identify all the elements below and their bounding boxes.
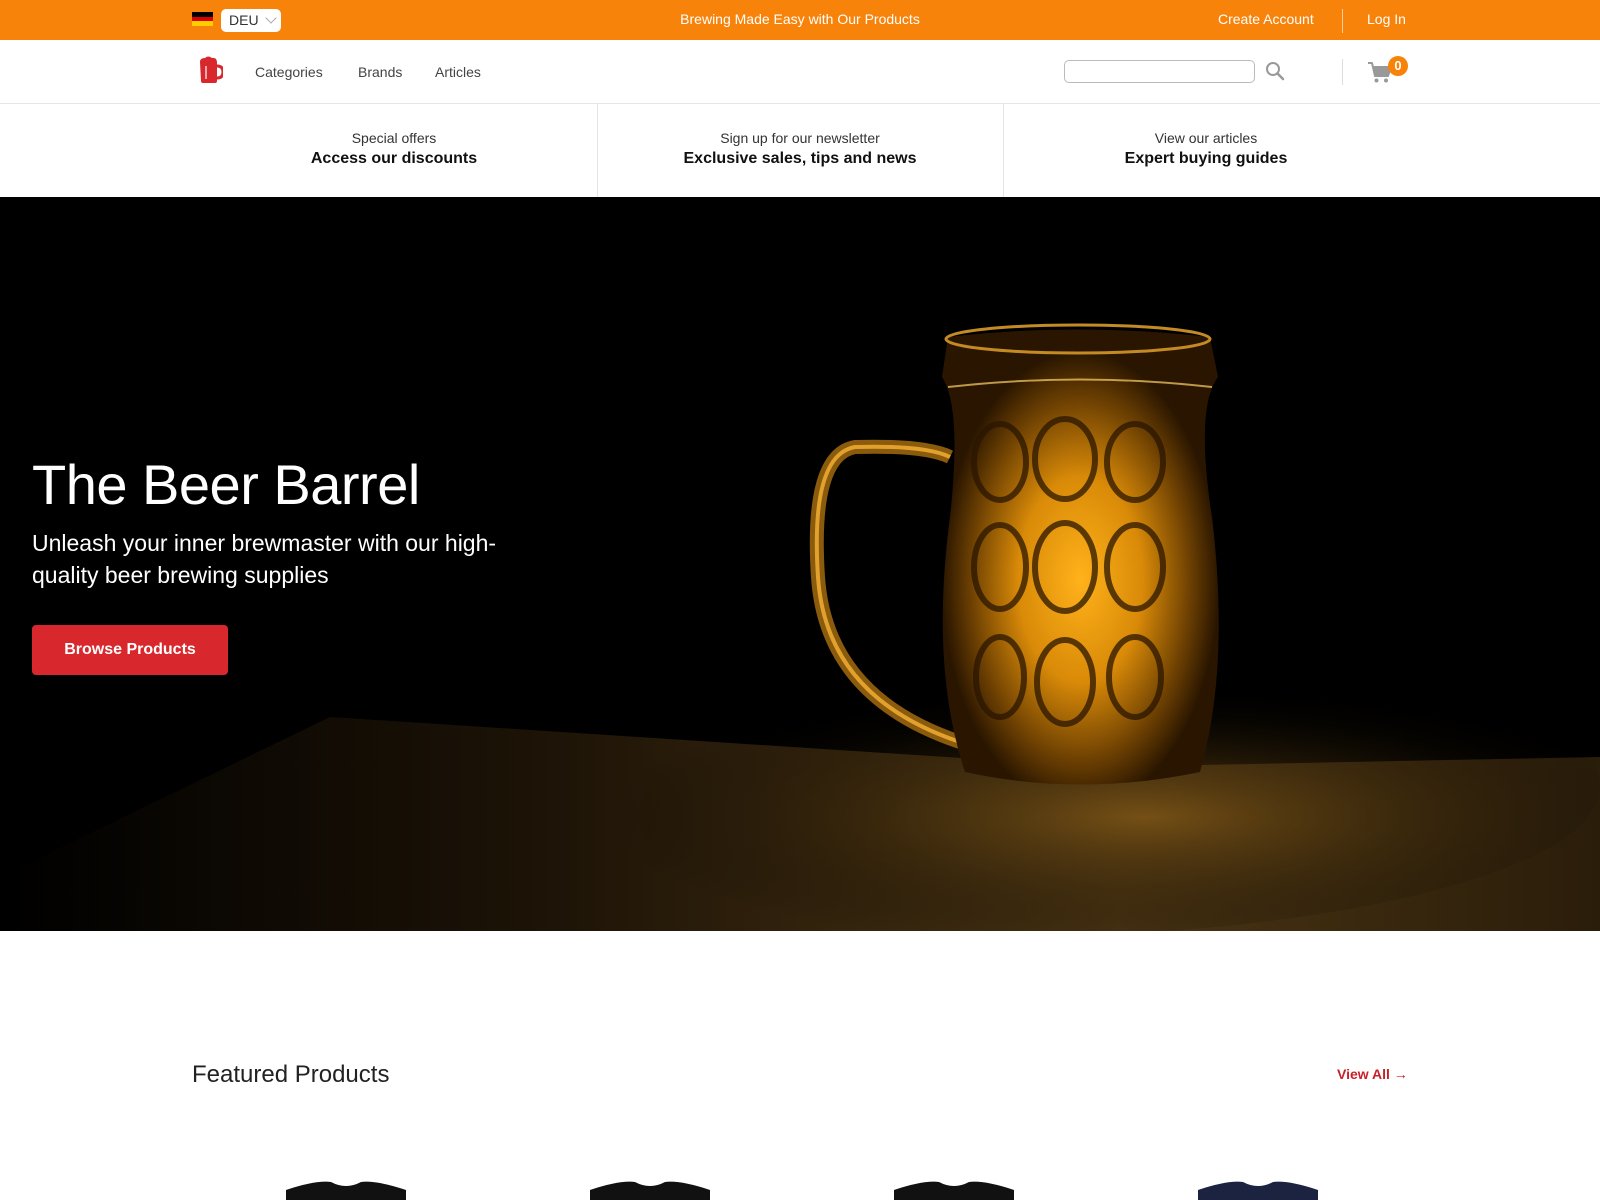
product-card[interactable]	[580, 1178, 720, 1200]
hero-subtitle: Unleash your inner brewmaster with our h…	[32, 530, 497, 588]
product-card[interactable]	[1188, 1178, 1328, 1200]
divider	[1342, 9, 1343, 33]
search-icon[interactable]	[1264, 60, 1286, 82]
hero-banner: The Beer Barrel Unleash your inner brewm…	[0, 197, 1600, 931]
view-all-link[interactable]: View All →	[1337, 1066, 1408, 1082]
create-account-link[interactable]: Create Account	[1218, 11, 1314, 27]
hero-title: The Beer Barrel	[32, 453, 420, 516]
product-card[interactable]	[276, 1178, 416, 1200]
promo-strip: Special offers Access our discounts Sign…	[0, 104, 1600, 197]
main-nav: Categories Brands Articles 0	[0, 40, 1600, 104]
language-select[interactable]: DEU	[221, 9, 281, 32]
divider	[1342, 59, 1343, 85]
tshirt-image	[1198, 1181, 1318, 1200]
cart-count-badge: 0	[1388, 56, 1408, 76]
strip-newsletter[interactable]: Sign up for our newsletter Exclusive sal…	[597, 104, 1003, 197]
nav-brands[interactable]: Brands	[358, 64, 402, 80]
nav-categories[interactable]: Categories	[255, 64, 323, 80]
login-link[interactable]: Log In	[1367, 11, 1406, 27]
product-card[interactable]	[884, 1178, 1024, 1200]
strip-articles[interactable]: View our articles Expert buying guides	[1003, 104, 1409, 197]
tshirt-image	[894, 1181, 1014, 1200]
strip-big-text: Expert buying guides	[1124, 150, 1288, 167]
beer-mug-icon[interactable]	[195, 55, 223, 85]
chevron-down-icon	[265, 12, 277, 24]
nav-articles[interactable]: Articles	[435, 64, 481, 80]
language-value: DEU	[229, 12, 259, 28]
featured-products-title: Featured Products	[192, 1061, 390, 1088]
strip-big-text: Exclusive sales, tips and news	[683, 150, 917, 167]
search-input[interactable]	[1064, 60, 1255, 83]
strip-small-text: Sign up for our newsletter	[720, 130, 880, 146]
tshirt-image	[590, 1181, 710, 1200]
strip-special-offers[interactable]: Special offers Access our discounts	[191, 104, 597, 197]
browse-products-button[interactable]: Browse Products	[32, 625, 228, 675]
strip-big-text: Access our discounts	[310, 150, 478, 167]
germany-flag-icon	[192, 12, 213, 26]
tshirt-image	[286, 1181, 406, 1200]
top-bar: DEU Brewing Made Easy with Our Products …	[0, 0, 1600, 40]
strip-small-text: View our articles	[1154, 130, 1258, 146]
strip-small-text: Special offers	[351, 130, 437, 146]
